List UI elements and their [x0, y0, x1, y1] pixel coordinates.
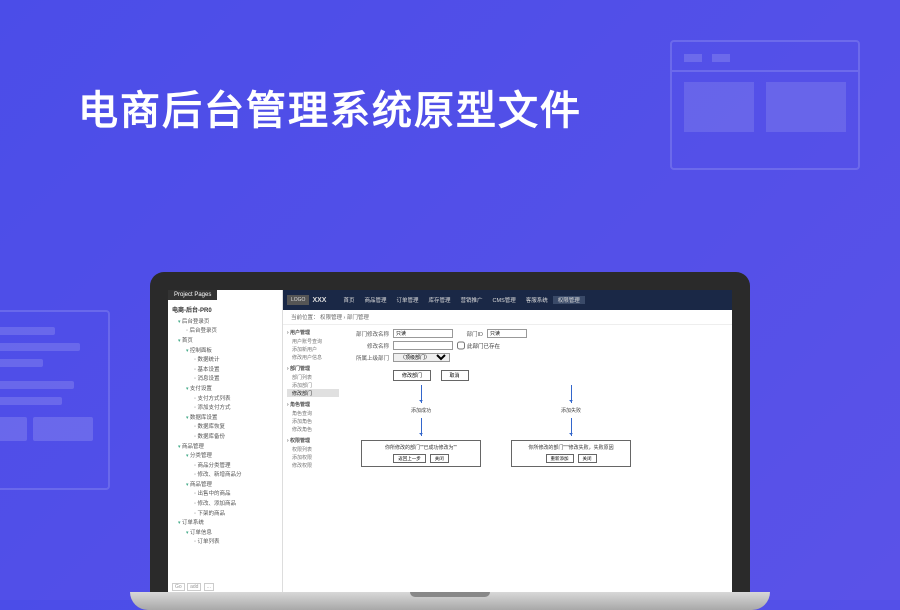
- tree-page[interactable]: 数据库备份: [194, 431, 280, 441]
- tree-folder[interactable]: 控制面板: [186, 345, 280, 355]
- tree-folder[interactable]: 订单信息: [186, 527, 280, 537]
- exists-label: 此部门已存在: [467, 342, 500, 350]
- newname-label: 修改名称: [351, 342, 389, 350]
- code-input[interactable]: [487, 329, 527, 338]
- fail-msg: 你所修改的部门"""修改失败，失败原因: [515, 444, 627, 451]
- subnav-item[interactable]: 用户账号查询: [287, 337, 339, 345]
- laptop-mockup: Project Pages 电商-后台-PR0 后台登录页后台登录页首页控制面板…: [150, 272, 750, 610]
- nav-item[interactable]: 权限管理: [553, 296, 585, 304]
- sub-nav: › 用户管理用户账号查询添加新用户修改用户信息 › 部门管理部门列表添加部门修改部…: [283, 325, 343, 592]
- tree-page[interactable]: 数据库恢复: [194, 422, 280, 432]
- tree-page[interactable]: 后台登录页: [186, 326, 280, 336]
- page-tree[interactable]: 电商-后台-PR0 后台登录页后台登录页首页控制面板数据统计基本设置消息设置支付…: [168, 290, 283, 592]
- logo-placeholder: LOGO: [287, 295, 309, 305]
- success-close-button[interactable]: 关闭: [430, 454, 449, 463]
- subnav-item[interactable]: 添加部门: [287, 381, 339, 389]
- tree-page[interactable]: 出售中的商品: [194, 489, 280, 499]
- project-pages-label: Project Pages: [168, 290, 217, 300]
- prototype-screen: Project Pages 电商-后台-PR0 后台登录页后台登录页首页控制面板…: [168, 290, 732, 592]
- subnav-item[interactable]: 修改权限: [287, 461, 339, 469]
- tree-page[interactable]: 修改、新增商品分: [194, 470, 280, 480]
- nav-item[interactable]: 商品管理: [359, 296, 391, 304]
- success-label: 添加成功: [411, 407, 431, 414]
- breadcrumb: 当前位置： 权限管理 › 部门管理: [283, 310, 732, 325]
- tree-folder[interactable]: 数据库设置: [186, 412, 280, 422]
- nav-item[interactable]: 订单管理: [392, 296, 424, 304]
- bg-browser-wire: [670, 40, 860, 170]
- success-back-button[interactable]: 返回上一步: [393, 454, 426, 463]
- nav-item[interactable]: 营销推广: [456, 296, 488, 304]
- parent-label: 所属上级部门: [351, 354, 389, 362]
- page-title: 电商后台管理系统原型文件: [78, 78, 582, 136]
- exists-checkbox[interactable]: [457, 341, 465, 350]
- tree-page[interactable]: 商品分类管理: [194, 460, 280, 470]
- code-label: 部门ID: [453, 330, 483, 338]
- tree-page[interactable]: 下架的商品: [194, 508, 280, 518]
- subnav-item[interactable]: 部门列表: [287, 373, 339, 381]
- subnav-item[interactable]: 修改角色: [287, 425, 339, 433]
- nav-item[interactable]: 客服系统: [521, 296, 553, 304]
- tree-folder[interactable]: 首页: [178, 335, 280, 345]
- subnav-item[interactable]: 添加权限: [287, 453, 339, 461]
- parent-select[interactable]: （顶级部门）: [393, 353, 450, 362]
- subnav-item[interactable]: 修改部门: [287, 389, 339, 397]
- subnav-group[interactable]: › 部门管理: [287, 365, 339, 372]
- tree-folder[interactable]: 商品管理: [178, 441, 280, 451]
- tree-root-title: 电商-后台-PR0: [170, 303, 280, 316]
- name-input[interactable]: [393, 329, 453, 338]
- brand-name: XXX: [312, 297, 326, 304]
- subnav-item[interactable]: 角色查询: [287, 409, 339, 417]
- form-area: 部门修改名称部门ID 修改名称此部门已存在 所属上级部门（顶级部门） 修改部门 …: [343, 325, 732, 592]
- subnav-item[interactable]: 修改用户信息: [287, 353, 339, 361]
- tree-folder[interactable]: 订单系统: [178, 517, 280, 527]
- subnav-item[interactable]: 添加新用户: [287, 345, 339, 353]
- newname-input[interactable]: [393, 341, 453, 350]
- tree-page[interactable]: 修改、添加商品: [194, 498, 280, 508]
- tree-page[interactable]: 支付方式列表: [194, 393, 280, 403]
- subnav-item[interactable]: 权限列表: [287, 445, 339, 453]
- fail-retry-button[interactable]: 重新添加: [546, 454, 574, 463]
- subnav-item[interactable]: 添加角色: [287, 417, 339, 425]
- tree-folder[interactable]: 商品管理: [186, 479, 280, 489]
- tree-folder[interactable]: 后台登录页: [178, 316, 280, 326]
- subnav-group[interactable]: › 权限管理: [287, 437, 339, 444]
- name-label: 部门修改名称: [351, 330, 389, 338]
- nav-item[interactable]: 库存管理: [424, 296, 456, 304]
- fail-label: 添加失败: [561, 407, 581, 414]
- tree-page[interactable]: 订单列表: [194, 537, 280, 547]
- nav-item[interactable]: 首页: [338, 296, 359, 304]
- tree-folder[interactable]: 分类管理: [186, 450, 280, 460]
- tree-page[interactable]: 添加支付方式: [194, 402, 280, 412]
- save-button[interactable]: 修改部门: [393, 370, 431, 381]
- laptop-base: [130, 592, 770, 610]
- bg-doc-wire: [0, 310, 110, 490]
- tree-folder[interactable]: 支付设置: [186, 383, 280, 393]
- subnav-group[interactable]: › 用户管理: [287, 329, 339, 336]
- cancel-button[interactable]: 取消: [441, 370, 469, 381]
- tree-page[interactable]: 数据统计: [194, 354, 280, 364]
- success-flow: 添加成功 你所修改的部门""已成功修改为"" 返回上一步关闭: [361, 385, 481, 467]
- top-nav: LOGO XXX 首页商品管理订单管理库存管理营销推广CMS管理客服系统权限管理: [283, 290, 732, 310]
- nav-item[interactable]: CMS管理: [488, 296, 521, 304]
- tree-page[interactable]: 基本设置: [194, 364, 280, 374]
- fail-flow: 添加失败 你所修改的部门"""修改失败，失败原因重新添加关闭: [511, 385, 631, 467]
- fail-close-button[interactable]: 关闭: [578, 454, 597, 463]
- subnav-group[interactable]: › 角色管理: [287, 401, 339, 408]
- success-msg: 你所修改的部门""已成功修改为"": [365, 444, 477, 451]
- tree-page[interactable]: 消息设置: [194, 374, 280, 384]
